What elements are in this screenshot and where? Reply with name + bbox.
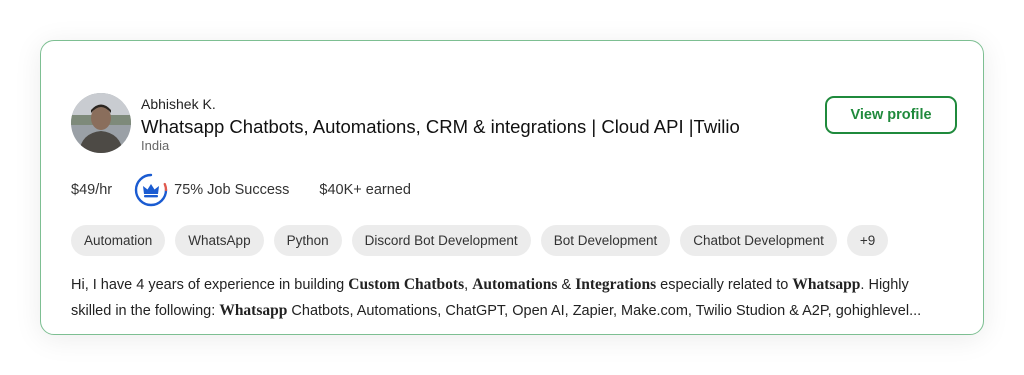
description-line: Hi, I have 4 years of experience in buil… <box>71 272 961 298</box>
job-success: 75% Job Success <box>134 173 289 207</box>
avatar[interactable] <box>71 93 131 153</box>
hourly-rate: $49/hr <box>71 182 113 198</box>
job-success-text: 75% Job Success <box>174 182 290 198</box>
view-profile-button[interactable]: View profile <box>825 96 957 134</box>
more-skills-chip[interactable]: +9 <box>846 225 889 256</box>
total-earned: $40K+ earned <box>319 182 411 198</box>
freelancer-card[interactable]: Abhishek K. Whatsapp Chatbots, Automatio… <box>40 40 984 335</box>
freelancer-headline[interactable]: Whatsapp Chatbots, Automations, CRM & in… <box>141 116 740 138</box>
description-text: skilled in the following: <box>71 303 220 319</box>
description-text: especially related to <box>656 277 793 293</box>
skill-chip[interactable]: Automation <box>71 225 166 256</box>
description-text: Hi, I have 4 years of experience in buil… <box>71 277 349 293</box>
skill-chip[interactable]: Discord Bot Development <box>351 225 531 256</box>
description-keyword: Whatsapp <box>219 302 288 319</box>
description-keyword: Whatsapp <box>792 276 861 293</box>
stats-row: $49/hr 75% Job Success $40K+ earned <box>71 172 411 208</box>
description-text: , <box>464 277 473 293</box>
crown-badge-icon <box>134 173 168 207</box>
freelancer-name: Abhishek K. <box>141 96 216 112</box>
description-text: Chatbots, Automations, ChatGPT, Open AI,… <box>287 303 922 319</box>
skill-chip[interactable]: Python <box>273 225 342 256</box>
skill-chip[interactable]: WhatsApp <box>175 225 264 256</box>
description-text: . Highly <box>860 277 909 293</box>
description-line: skilled in the following: Whatsapp Chatb… <box>71 298 961 324</box>
skill-chip[interactable]: Bot Development <box>540 225 671 256</box>
freelancer-description: Hi, I have 4 years of experience in buil… <box>71 272 961 324</box>
skills-list: Automation WhatsApp Python Discord Bot D… <box>71 225 889 256</box>
person-photo-avatar <box>71 93 131 153</box>
description-keyword: Integrations <box>575 276 657 293</box>
skill-chip[interactable]: Chatbot Development <box>680 225 837 256</box>
description-keyword: Automations <box>472 276 558 293</box>
freelancer-location: India <box>141 138 170 153</box>
description-keyword: Custom Chatbots <box>348 276 465 293</box>
description-text: & <box>557 277 576 293</box>
